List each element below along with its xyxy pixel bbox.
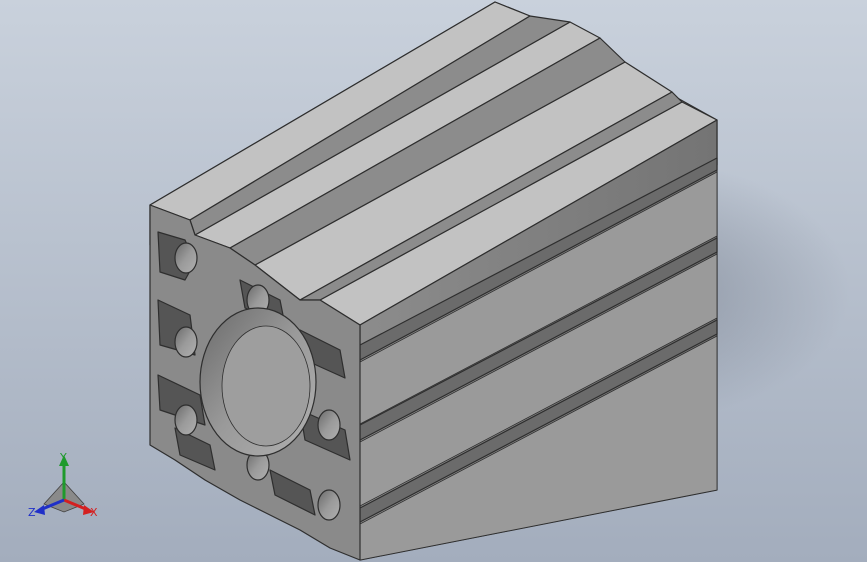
- 3d-viewport[interactable]: Y X Z: [0, 0, 867, 562]
- x-axis-label: X: [90, 506, 98, 519]
- central-bore-inner: [221, 325, 311, 447]
- y-axis-label: Y: [59, 451, 67, 464]
- z-axis-label: Z: [28, 506, 36, 519]
